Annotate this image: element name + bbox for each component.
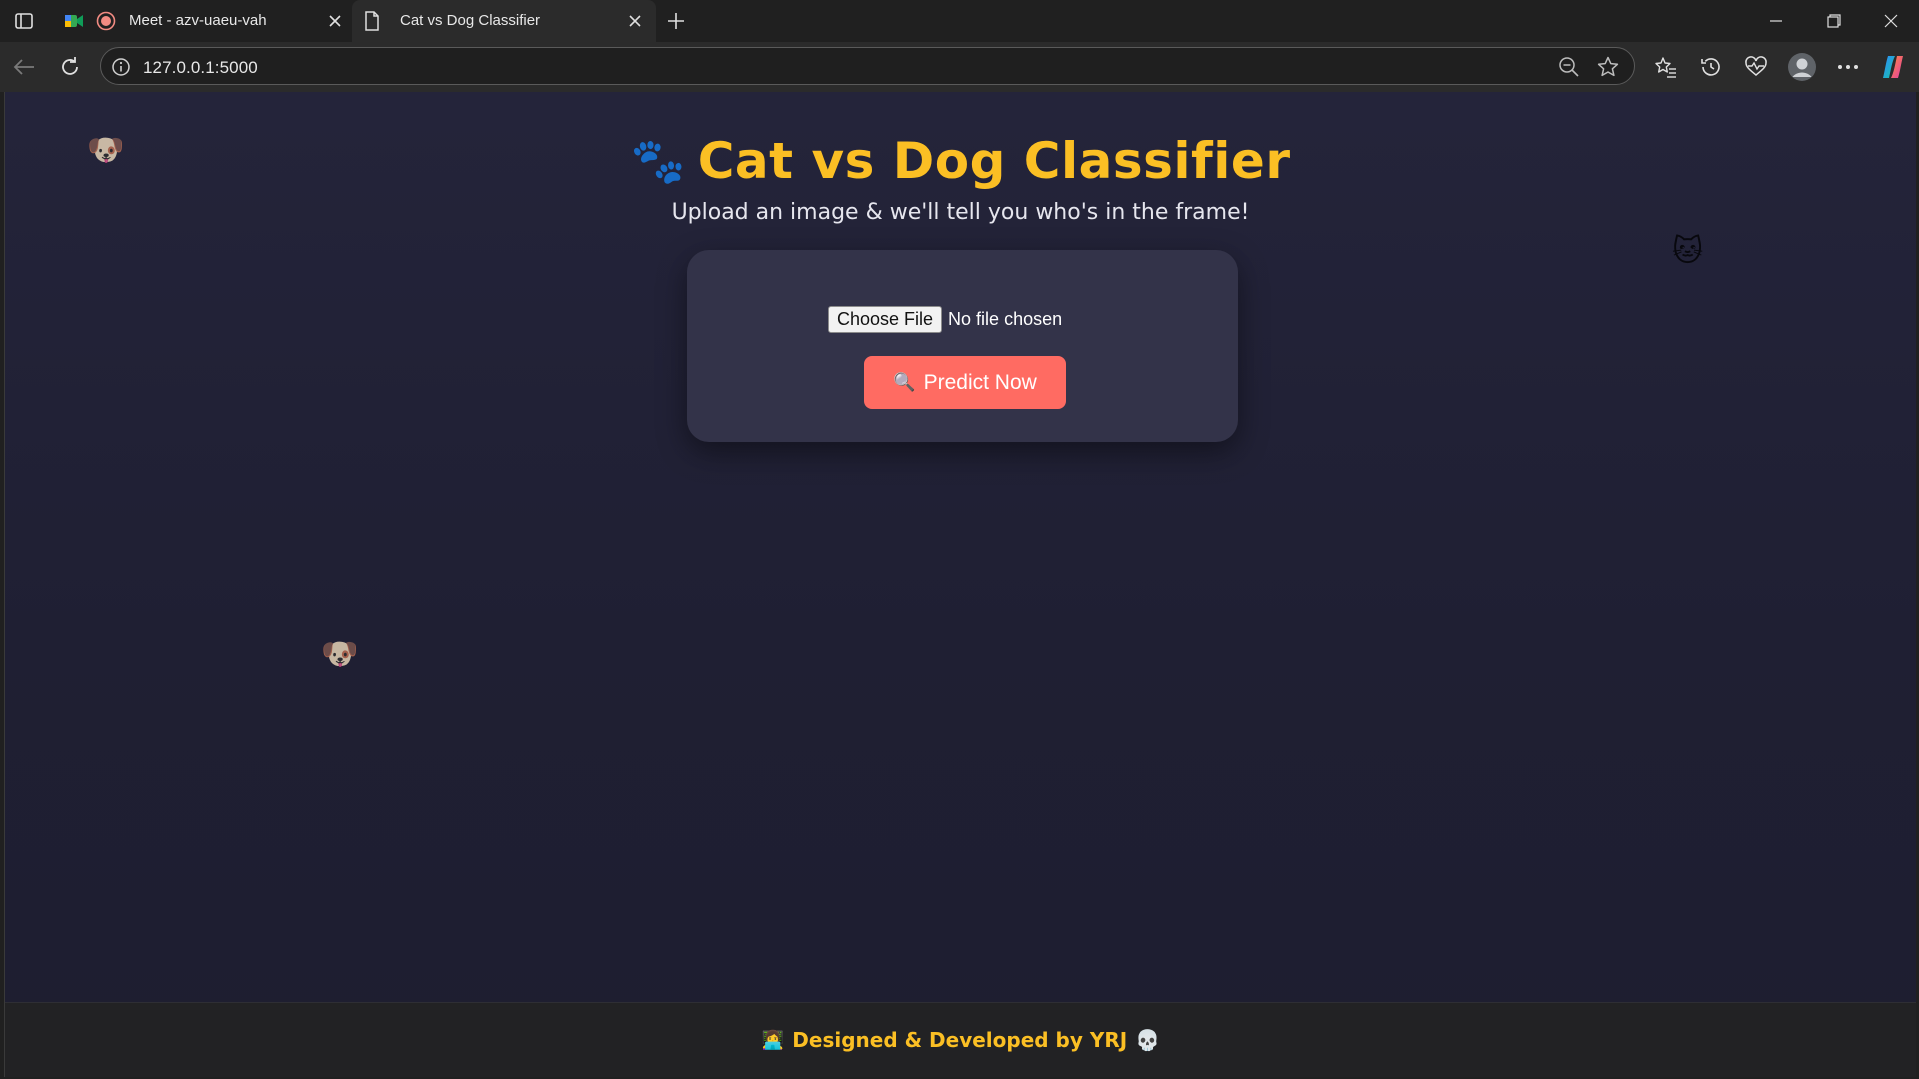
close-window-button[interactable] [1877, 8, 1905, 34]
google-meet-icon [64, 11, 84, 31]
new-tab-button[interactable] [664, 9, 688, 33]
profile-avatar-icon[interactable] [1786, 51, 1818, 83]
address-bar[interactable]: 127.0.0.1:5000 [100, 47, 1635, 85]
favorites-icon[interactable] [1652, 53, 1680, 81]
back-button[interactable] [10, 53, 38, 81]
file-input[interactable]: Choose File No file chosen [828, 306, 1062, 333]
skull-icon: 💀 [1135, 1029, 1161, 1052]
site-info-icon[interactable] [111, 57, 131, 77]
predict-button-label: Predict Now [923, 370, 1037, 394]
page-footer: 👩‍💻 Designed & Developed by YRJ 💀 [5, 1002, 1916, 1077]
footer-text: Designed & Developed by YRJ [792, 1028, 1128, 1052]
restore-button[interactable] [1820, 8, 1848, 34]
document-icon [364, 11, 380, 31]
minimize-button[interactable] [1762, 8, 1790, 34]
sidebar-toggle-icon[interactable] [10, 9, 38, 33]
magnifier-icon: 🔍 [893, 372, 916, 392]
page-title: Cat vs Dog Classifier [697, 132, 1291, 190]
refresh-button[interactable] [56, 53, 84, 81]
browser-essentials-icon[interactable] [1742, 53, 1770, 81]
browser-toolbar: 127.0.0.1:5000 [0, 42, 1919, 92]
tab-meet[interactable]: Meet - azv-uaeu-vah [56, 0, 352, 42]
copilot-icon[interactable] [1879, 53, 1907, 81]
favorite-star-icon[interactable] [1596, 55, 1620, 79]
url-text[interactable]: 127.0.0.1:5000 [143, 58, 258, 78]
tab-title: Cat vs Dog Classifier [400, 12, 541, 29]
close-tab-icon[interactable] [626, 12, 644, 30]
choose-file-button[interactable]: Choose File [828, 306, 943, 333]
floating-cat-emoji: 🐱 [1672, 235, 1704, 268]
file-status-text: No file chosen [948, 309, 1063, 329]
developer-icon: 👩‍💻 [761, 1029, 785, 1050]
page-viewport: 🐶 🐱 🐶 🐾 Cat vs Dog Classifier Upload an … [4, 92, 1916, 1077]
more-options-icon[interactable] [1834, 53, 1862, 81]
history-icon[interactable] [1697, 53, 1725, 81]
upload-card: Choose File No file chosen 🔍 Predict Now [687, 250, 1238, 442]
tab-title: Meet - azv-uaeu-vah [129, 12, 267, 29]
tab-classifier[interactable]: Cat vs Dog Classifier [352, 0, 656, 42]
page-heading: 🐾 Cat vs Dog Classifier [5, 132, 1916, 190]
predict-button[interactable]: 🔍 Predict Now [864, 356, 1066, 409]
close-tab-icon[interactable] [326, 12, 344, 30]
recording-icon [96, 11, 116, 31]
zoom-out-icon[interactable] [1558, 56, 1580, 78]
floating-dog-emoji: 🐶 [321, 638, 359, 671]
paw-prints-icon: 🐾 [630, 137, 686, 186]
tab-bar: Meet - azv-uaeu-vah Cat vs Dog Classifie… [0, 0, 1919, 42]
page-subtitle: Upload an image & we'll tell you who's i… [671, 200, 1250, 225]
